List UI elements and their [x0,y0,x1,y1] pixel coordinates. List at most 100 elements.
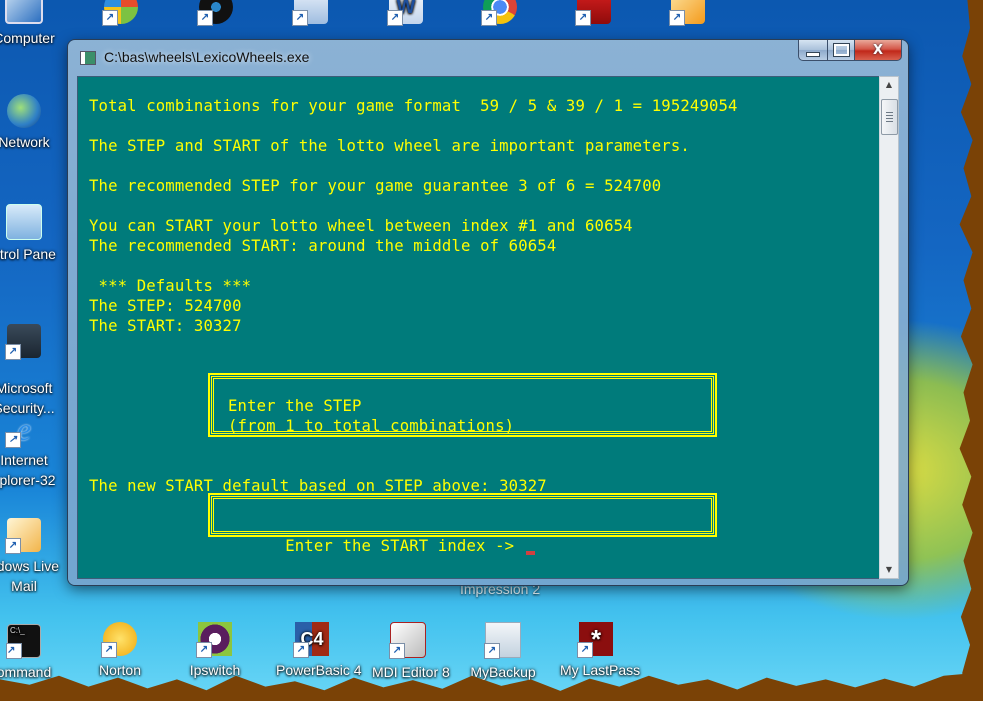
powerbasic-icon: C4 ↗ [293,622,329,658]
shortcut-arrow-icon: ↗ [484,643,500,659]
shortcut-arrow-icon: ↗ [293,642,309,658]
desktop-icon-app-shortcut[interactable]: ↗ [652,0,724,28]
default-step-line: The STEP: 524700 [89,297,242,315]
desktop-icon-norton[interactable]: ↗ Norton [84,622,156,680]
shortcut-arrow-icon: ↗ [577,642,593,658]
desktop-icon-label: ntrol Pane [0,246,56,262]
close-button[interactable]: X [855,40,902,61]
scroll-down-arrow-icon[interactable]: ▼ [880,562,898,578]
desktop-icon-powerbasic[interactable]: C4 ↗ PowerBasic 4 [276,622,362,680]
scroll-up-arrow-icon[interactable]: ▲ [880,77,898,93]
shortcut-arrow-icon: ↗ [6,643,22,659]
document-icon: ↗ [292,0,328,26]
shortcut-arrow-icon: ↗ [5,538,21,554]
security-icon: ↗ [5,324,41,360]
recommended-step-line: The recommended STEP for your game guara… [89,177,662,195]
desktop-icon-my-lastpass[interactable]: * ↗ My LastPass [560,622,641,680]
grip-line [886,115,893,116]
grip-line [886,112,893,113]
maximize-button[interactable] [828,40,855,61]
desktop-icon-chrome[interactable]: ↗ [464,0,536,28]
window-title: C:\bas\wheels\LexicoWheels.exe [104,49,310,65]
minimize-icon [806,51,820,57]
start-range-line: You can START your lotto wheel between i… [89,217,633,235]
desktop-icon-label: Network [0,134,50,150]
desktop-icon-internet-explorer[interactable]: e↗ Internet xplorer-32 [0,412,60,490]
text-cursor [525,551,535,555]
control-panel-icon [6,204,42,240]
step-prompt-hint: (from 1 to total combinations) [228,417,515,435]
defaults-header: *** Defaults *** [89,277,252,295]
maximize-icon [832,43,850,57]
desktop-icon-command[interactable]: C:\_ ↗ ommand [0,624,60,682]
norton-icon: ↗ [101,622,137,658]
ipswitch-icon: ↗ [196,622,232,658]
chrome-icon: ↗ [481,0,517,26]
start-prompt-label: Enter the START index -> [285,537,524,555]
desktop-icon-label: MDI Editor 8 [372,664,450,680]
shortcut-arrow-icon: ↗ [102,10,118,26]
grip-line [886,118,893,119]
shortcut-arrow-icon: ↗ [5,344,21,360]
total-combinations-line: Total combinations for your game format … [89,97,738,115]
mdi-editor-icon: ↗ [389,622,426,659]
shortcut-arrow-icon: ↗ [101,642,117,658]
desktop-icon-mybackup[interactable]: ↗ MyBackup [467,622,539,682]
command-prompt-icon: C:\_ ↗ [6,624,41,659]
minimize-button[interactable] [798,40,828,61]
shortcut-arrow-icon: ↗ [197,10,213,26]
desktop-icon-label: PowerBasic 4 [276,662,362,678]
desktop-icon-label: Computer [0,30,55,46]
desktop-icon-windows-live-mail[interactable]: ↗ ndows Live Mail [0,518,60,596]
shortcut-arrow-icon: ↗ [481,10,497,26]
scroll-thumb[interactable] [881,99,898,135]
shortcut-arrow-icon: ↗ [292,10,308,26]
desktop-icon-label: Norton [98,662,142,678]
desktop-icon-control-panel[interactable]: ntrol Pane [0,204,60,264]
torn-edge-right [959,0,983,701]
desktop-icon-label: ndows Live Mail [0,558,60,594]
start-index-input[interactable]: Enter the START index -> [228,516,535,576]
recommended-start-line: The recommended START: around the middle… [89,237,557,255]
media-player-icon: ↗ [197,0,233,26]
desktop-icon-word[interactable]: ↗ [275,0,347,28]
title-bar[interactable]: C:\bas\wheels\LexicoWheels.exe X [68,40,908,74]
caption-buttons: X [798,40,902,61]
shortcut-arrow-icon: ↗ [387,10,403,26]
windows-logo-icon: ↗ [102,0,138,26]
desktop-icon-label: Ipswitch [189,662,241,678]
desktop-icon-adobe-reader[interactable]: ↗ [558,0,630,28]
app-icon: ↗ [669,0,705,26]
vertical-scrollbar[interactable]: ▲ ▼ [879,76,899,579]
desktop-icon-word-alt[interactable]: W ↗ [370,0,442,28]
word-icon: W ↗ [387,0,423,26]
computer-icon [5,0,43,24]
shortcut-arrow-icon: ↗ [5,432,21,448]
grip-line [886,121,893,122]
lastpass-icon: * ↗ [577,622,613,658]
desktop-icon-label: My LastPass [560,662,641,678]
console-app-icon[interactable] [80,51,96,65]
desktop-icon-computer[interactable]: Computer [0,0,60,48]
network-icon [7,94,41,128]
internet-explorer-icon: e ↗ [5,412,41,448]
important-parameters-line: The STEP and START of the lotto wheel ar… [89,137,690,155]
console-window: C:\bas\wheels\LexicoWheels.exe X Total c… [68,40,908,585]
console-output[interactable]: Total combinations for your game format … [77,76,881,579]
desktop-icon-mdi-editor[interactable]: ↗ MDI Editor 8 [372,622,450,682]
shortcut-arrow-icon: ↗ [669,10,685,26]
new-start-default-line: The new START default based on STEP abov… [89,477,547,495]
default-start-line: The START: 30327 [89,317,242,335]
shortcut-arrow-icon: ↗ [575,10,591,26]
desktop-icon-network[interactable]: Network [0,94,60,152]
desktop-icon-ipswitch[interactable]: ↗ Ipswitch [179,622,251,680]
mail-icon: ↗ [5,518,41,554]
desktop-icon-windows-live[interactable]: ↗ [85,0,157,28]
desktop-icon-label: Internet xplorer-32 [0,452,56,488]
shortcut-arrow-icon: ↗ [389,643,405,659]
step-prompt-label: Enter the STEP [228,397,362,415]
adobe-reader-icon: ↗ [575,0,611,26]
close-icon: X [872,42,884,58]
desktop-icon-media-player[interactable]: ↗ [180,0,252,28]
mybackup-icon: ↗ [484,622,521,659]
